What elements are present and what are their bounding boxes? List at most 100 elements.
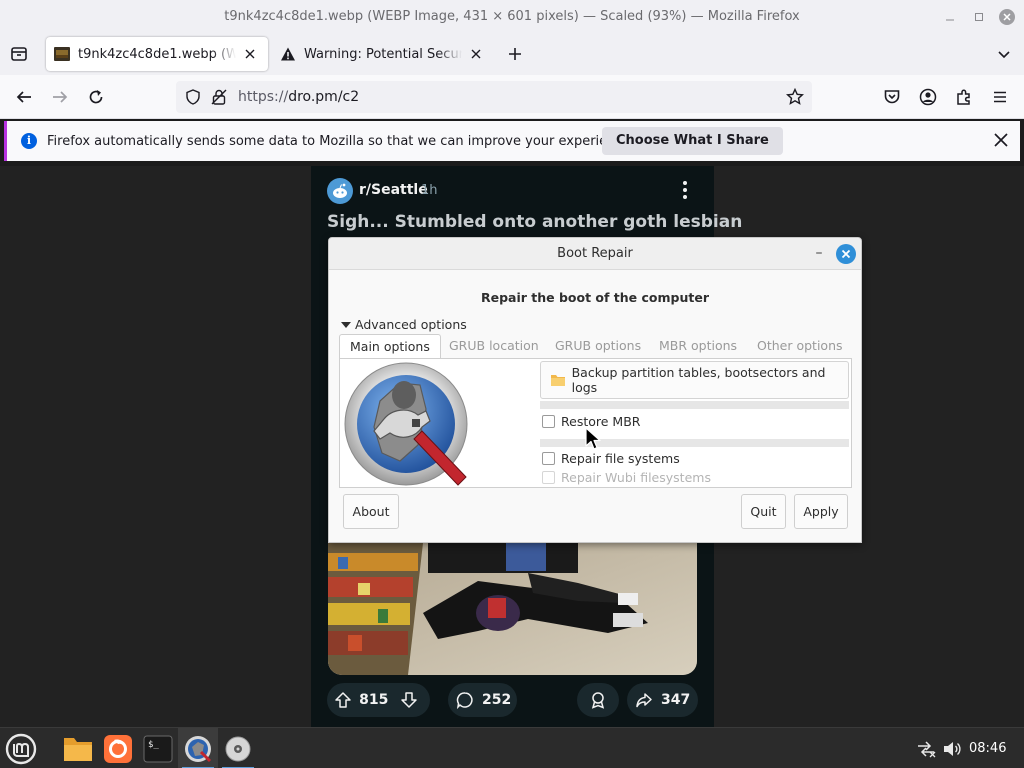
minimize-window-button[interactable] [935,0,965,33]
url-bar[interactable]: https://dro.pm/c2 [176,81,812,113]
tab-mbr-options[interactable]: MBR options [649,334,747,358]
firefox-view-button[interactable] [3,38,35,70]
start-menu-button[interactable] [2,728,40,768]
disc-task[interactable] [218,728,258,768]
extensions-button[interactable] [948,81,980,113]
tab-strip: t9nk4zc4c8de1.webp (WEBP Image, 431 × 60… [0,33,1024,75]
options-tabs: Main options GRUB location GRUB options … [339,334,853,358]
close-icon [471,49,481,59]
reddit-snoo-icon [333,183,347,198]
downvote-arrow-icon [401,692,417,708]
linux-mint-logo-icon [5,733,37,764]
tab-grub-location[interactable]: GRUB location [439,334,549,358]
url-scheme: https:// [238,89,289,105]
hamburger-menu-icon [994,91,1006,103]
window-titlebar: t9nk4zc4c8de1.webp (WEBP Image, 431 × 60… [0,0,1024,33]
arrow-left-icon [16,91,31,103]
dialog-heading: Repair the boot of the computer [480,290,709,305]
chevron-down-icon [998,51,1010,59]
store-aisle-photo [328,543,697,675]
folder-icon [64,737,92,761]
tab-close-button[interactable] [240,44,260,64]
share-icon-wrap [627,691,661,709]
backup-partition-tables-button[interactable]: Backup partition tables, bootsectors and… [540,361,849,399]
award-icon [591,692,605,709]
pocket-button[interactable] [876,81,908,113]
tab-other-options[interactable]: Other options [747,334,853,358]
choose-what-i-share-button[interactable]: Choose What I Share [602,127,783,155]
subreddit-avatar [327,178,353,204]
list-all-tabs-button[interactable] [988,38,1020,70]
main-options-panel: Backup partition tables, bootsectors and… [339,358,852,488]
volume-tray-button[interactable] [940,728,964,768]
boot-repair-dialog: Boot Repair – Repair the boot of the com… [328,237,862,543]
advanced-options-expander[interactable]: Advanced options [341,317,467,332]
back-button[interactable] [8,81,40,113]
checkbox-box [542,415,555,428]
apply-button[interactable]: Apply [794,494,848,529]
account-button[interactable] [912,81,944,113]
tab-webp-image[interactable]: t9nk4zc4c8de1.webp (WEBP Image, 431 × 60… [46,37,268,71]
share-arrow-icon [636,693,652,708]
reload-button[interactable] [80,81,112,113]
dialog-titlebar[interactable]: Boot Repair – [329,238,861,270]
maximize-icon [975,12,983,21]
clock[interactable]: 08:46 [969,728,1006,768]
plus-icon [509,48,521,60]
tab-grub-options[interactable]: GRUB options [545,334,651,358]
maximize-window-button[interactable] [964,0,994,33]
optical-disc-icon [225,736,251,761]
tab-security-warning[interactable]: Warning: Potential Security Risk Ahead [272,37,494,71]
separator [540,401,849,409]
boot-repair-task[interactable] [178,728,218,768]
close-window-button[interactable] [992,0,1022,33]
boot-repair-wrench-icon [344,362,468,486]
post-title: Sigh... Stumbled onto another goth lesbi… [327,212,743,232]
quit-button[interactable]: Quit [741,494,786,529]
dialog-title: Boot Repair [557,246,633,261]
data-collection-notification: i Firefox automatically sends some data … [4,121,1020,161]
folder-icon [551,375,565,386]
insecure-lock-icon [211,89,227,105]
upvote-count: 815 [359,692,389,708]
about-button[interactable]: About [343,494,399,529]
tab-close-button[interactable] [466,44,486,64]
tab-label: Warning: Potential Security Risk Ahead [304,46,462,62]
comments-button: 252 [448,683,517,717]
subreddit-name: r/Seattle [359,182,428,198]
share-button: 347 [627,683,698,717]
share-count: 347 [661,692,691,708]
vote-control: 815 [327,683,430,717]
window-title: t9nk4zc4c8de1.webp (WEBP Image, 431 × 60… [224,9,800,24]
notification-close-button[interactable] [992,131,1010,149]
repair-file-systems-checkbox[interactable]: Repair file systems [542,451,680,466]
firefox-launcher[interactable] [98,728,138,768]
bookmark-star-icon[interactable] [786,88,804,106]
url-text: https://dro.pm/c2 [238,81,359,113]
warning-icon [281,47,295,61]
svg-text:$_: $_ [148,740,159,750]
dialog-minimize-button[interactable]: – [811,240,827,268]
volume-icon [944,741,961,756]
pocket-icon [884,90,900,104]
app-menu-button[interactable] [984,81,1016,113]
terminal-launcher[interactable]: $_ [138,728,178,768]
downvote-button [388,691,430,709]
taskbar: $_ 08:46 [0,727,1024,768]
comment-bubble-icon [456,692,473,709]
repair-wubi-label: Repair Wubi filesystems [561,470,711,485]
info-icon: i [21,133,37,149]
terminal-icon: $_ [143,735,173,762]
tab-main-options[interactable]: Main options [339,334,441,358]
new-tab-button[interactable] [499,38,531,70]
repair-file-systems-label: Repair file systems [561,451,680,466]
dialog-close-button[interactable] [836,244,856,264]
minimize-icon [946,19,954,20]
network-tray-button[interactable] [914,728,938,768]
forward-button[interactable] [44,81,76,113]
checkbox-box [542,452,555,465]
account-icon [919,88,937,106]
backup-button-label: Backup partition tables, bootsectors and… [571,365,826,395]
files-launcher[interactable] [58,728,98,768]
comment-icon-wrap [448,691,482,709]
